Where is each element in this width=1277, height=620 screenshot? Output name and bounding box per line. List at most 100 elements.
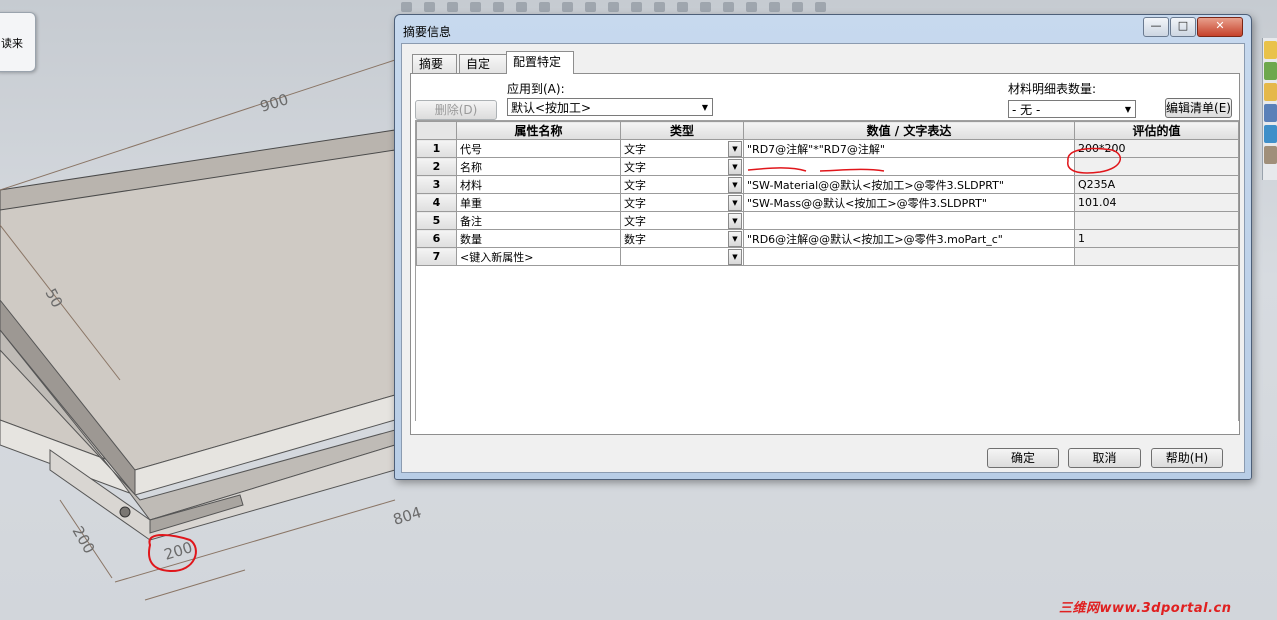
property-name-cell[interactable]: <键入新属性> [456,247,621,266]
tab-custom[interactable]: 自定义 [459,54,507,89]
chevron-down-icon: ▼ [701,103,708,112]
value-expression-cell[interactable]: "RD6@注解@@默认<按加工>@零件3.moPart_c" [743,229,1075,248]
toolbar-icon[interactable] [723,2,734,12]
type-cell[interactable]: 文字 ▼ [620,157,744,176]
dialog-title: 摘要信息 [403,25,452,39]
chevron-down-icon[interactable]: ▼ [728,141,742,157]
toolbar-icon[interactable] [792,2,803,12]
type-cell-text: 文字 [624,178,646,192]
left-popup-panel[interactable]: 读来 [0,12,36,72]
type-cell[interactable]: 文字 ▼ [620,193,744,212]
toolbar-icon[interactable] [608,2,619,12]
properties-grid[interactable]: 属性名称 类型 数值 / 文字表达 评估的值 1 代号 文字 ▼ "RD7@注解"*"R… [415,120,1239,421]
evaluated-value-cell: 200*200 [1074,139,1239,158]
chevron-down-icon[interactable]: ▼ [728,177,742,193]
value-expression-cell[interactable] [743,247,1075,266]
property-name-cell[interactable]: 名称 [456,157,621,176]
type-cell[interactable]: 数字 ▼ [620,229,744,248]
toolbar-icon[interactable] [516,2,527,12]
property-name-cell[interactable]: 单重 [456,193,621,212]
folder-icon[interactable] [1264,83,1277,101]
row-number: 2 [416,157,457,176]
chevron-down-icon[interactable]: ▼ [728,213,742,229]
toolbar-icon[interactable] [769,2,780,12]
value-expression-cell[interactable] [743,211,1075,230]
ok-button[interactable]: 确定 [987,448,1059,468]
home-icon[interactable] [1264,41,1277,59]
type-cell[interactable]: 文字 ▼ [620,139,744,158]
evaluated-value-cell: 101.04 [1074,193,1239,212]
tab-configuration-specific[interactable]: 配置特定 [506,51,574,74]
task-pane-strip[interactable] [1262,38,1277,180]
view-toolbar[interactable] [395,0,865,14]
table-row[interactable]: 5 备注 文字 ▼ [416,211,1239,230]
table-row[interactable]: 2 名称 文字 ▼ [416,157,1239,176]
toolbar-icon[interactable] [470,2,481,12]
type-cell[interactable]: 文字 ▼ [620,211,744,230]
header-evaluated-value[interactable]: 评估的值 [1074,121,1239,140]
chevron-down-icon[interactable]: ▼ [728,231,742,247]
type-cell[interactable]: 文字 ▼ [620,175,744,194]
table-row[interactable]: 4 单重 文字 ▼ "SW-Mass@@默认<按加工>@零件3.SLDPRT" 101.0… [416,193,1239,212]
toolbar-icon[interactable] [401,2,412,12]
type-cell[interactable]: ▼ [620,247,744,266]
edit-list-button[interactable]: 编辑清单(E) [1165,98,1232,118]
chevron-down-icon[interactable]: ▼ [728,159,742,175]
property-name-cell[interactable]: 数量 [456,229,621,248]
toolbar-icon[interactable] [585,2,596,12]
tab-summary[interactable]: 摘要 [412,54,457,73]
value-expression-cell[interactable]: "RD7@注解"*"RD7@注解" [743,139,1075,158]
maximize-button[interactable]: □ [1170,17,1196,37]
property-name-cell-text: <键入新属性> [460,250,534,264]
toolbar-icon[interactable] [539,2,550,12]
toolbar-icon[interactable] [700,2,711,12]
row-number: 4 [416,193,457,212]
evaluated-value-cell-text: 200*200 [1078,142,1126,155]
property-name-cell-text: 材料 [460,178,482,192]
toolbar-icon[interactable] [447,2,458,12]
table-row[interactable]: 1 代号 文字 ▼ "RD7@注解"*"RD7@注解" 200*200 [416,139,1239,158]
value-expression-cell[interactable] [743,157,1075,176]
popup-text: 读来 [1,37,23,50]
apply-to-select[interactable]: 默认<按加工> ▼ [507,98,713,116]
toolbar-icon[interactable] [654,2,665,12]
header-property-name[interactable]: 属性名称 [456,121,621,140]
toolbar-icon[interactable] [424,2,435,12]
header-type[interactable]: 类型 [620,121,744,140]
library-icon[interactable] [1264,62,1277,80]
minimize-button[interactable]: — [1143,17,1169,37]
table-row[interactable]: 3 材料 文字 ▼ "SW-Material@@默认<按加工>@零件3.SLDPRT" Q… [416,175,1239,194]
type-cell-text: 数字 [624,232,646,246]
appearance-icon[interactable] [1264,125,1277,143]
type-cell-text: 文字 [624,142,646,156]
help-button[interactable]: 帮助(H) [1151,448,1223,468]
toolbar-icon[interactable] [493,2,504,12]
table-row[interactable]: 6 数量 数字 ▼ "RD6@注解@@默认<按加工>@零件3.moPart_c" 1 [416,229,1239,248]
view-palette-icon[interactable] [1264,104,1277,122]
property-name-cell[interactable]: 代号 [456,139,621,158]
value-expression-cell-text: "SW-Mass@@默认<按加工>@零件3.SLDPRT" [747,196,987,210]
toolbar-icon[interactable] [815,2,826,12]
row-number-text: 3 [432,178,441,191]
header-corner[interactable] [416,121,457,140]
toolbar-icon[interactable] [746,2,757,12]
cancel-button[interactable]: 取消 [1068,448,1141,468]
toolbar-icon[interactable] [677,2,688,12]
custom-properties-icon[interactable] [1264,146,1277,164]
property-name-cell[interactable]: 备注 [456,211,621,230]
toolbar-icon[interactable] [631,2,642,12]
toolbar-icon[interactable] [562,2,573,12]
property-name-cell-text: 代号 [460,142,482,156]
chevron-down-icon[interactable]: ▼ [728,249,742,265]
property-name-cell[interactable]: 材料 [456,175,621,194]
table-row[interactable]: 7 <键入新属性> ▼ [416,247,1239,266]
bom-quantity-select[interactable]: - 无 - ▼ [1008,100,1136,118]
evaluated-value-cell: 1 [1074,229,1239,248]
row-number: 6 [416,229,457,248]
header-value-expression[interactable]: 数值 / 文字表达 [743,121,1075,140]
value-expression-cell[interactable]: "SW-Material@@默认<按加工>@零件3.SLDPRT" [743,175,1075,194]
chevron-down-icon[interactable]: ▼ [728,195,742,211]
delete-button[interactable]: 删除(D) [415,100,497,120]
close-button[interactable]: ✕ [1197,17,1243,37]
value-expression-cell[interactable]: "SW-Mass@@默认<按加工>@零件3.SLDPRT" [743,193,1075,212]
